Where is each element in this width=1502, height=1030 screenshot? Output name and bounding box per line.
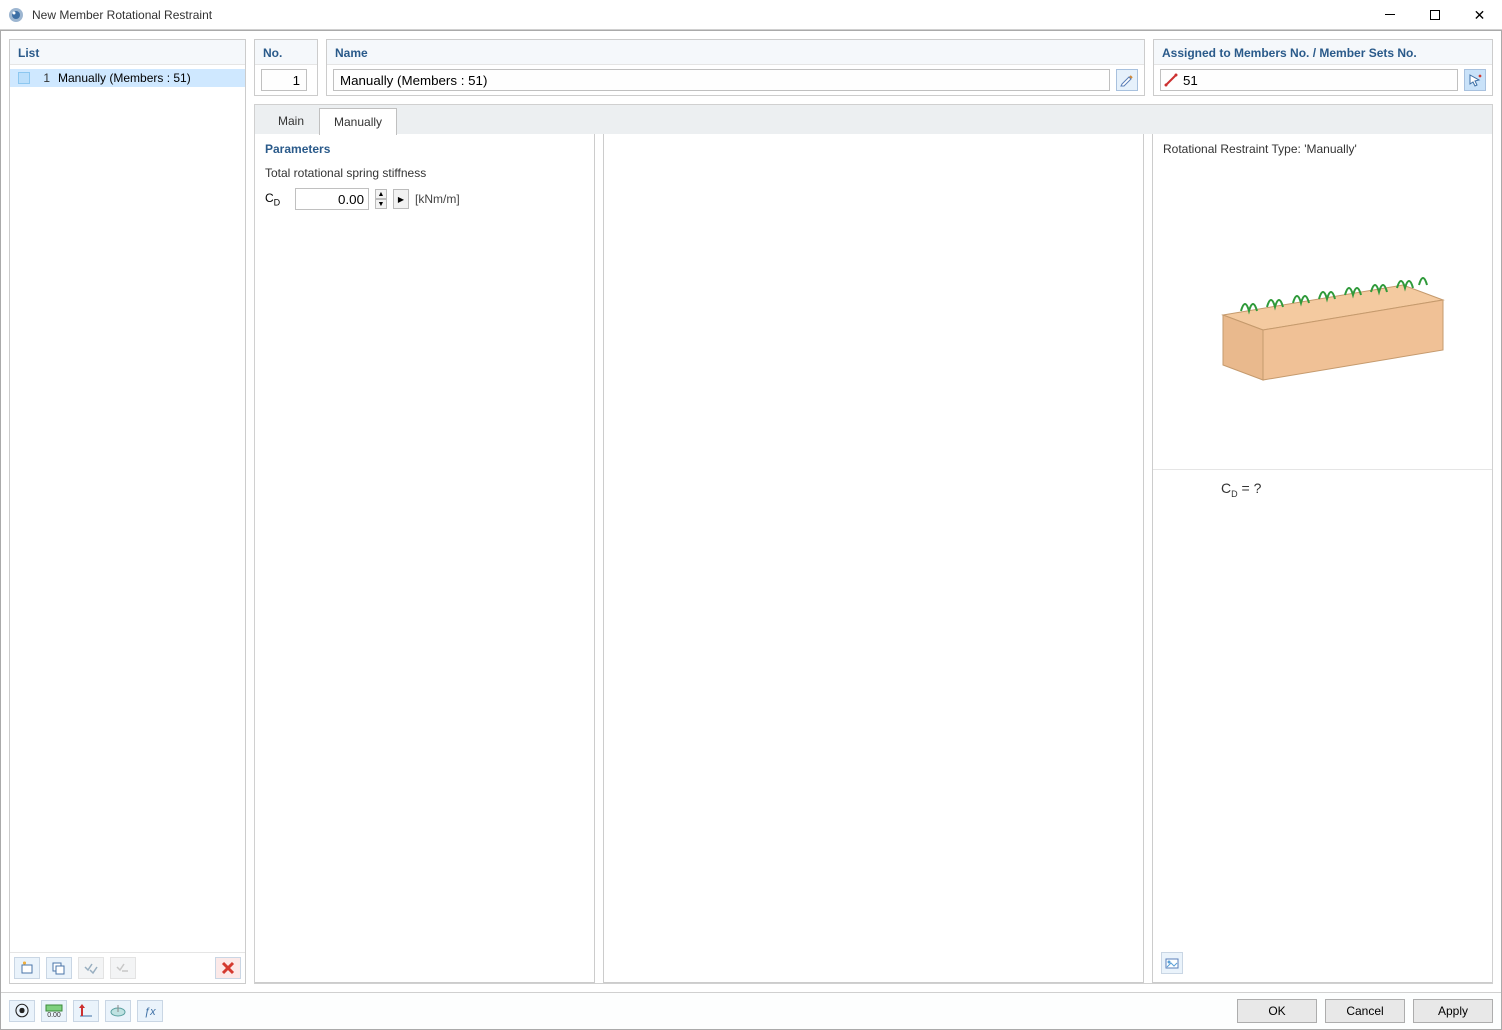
- assigned-label: Assigned to Members No. / Member Sets No…: [1154, 40, 1492, 65]
- param-symbol: CD: [265, 191, 289, 207]
- stiffness-pick-button[interactable]: ▶: [393, 189, 409, 209]
- apply-button[interactable]: Apply: [1413, 999, 1493, 1023]
- param-row-label: Total rotational spring stiffness: [265, 166, 584, 180]
- new-item-button[interactable]: [14, 957, 40, 979]
- list-item-square-icon: [18, 72, 30, 84]
- cancel-button[interactable]: Cancel: [1325, 999, 1405, 1023]
- maximize-button[interactable]: [1412, 0, 1457, 29]
- parameters-header: Parameters: [255, 134, 594, 160]
- list-body: 1 Manually (Members : 51): [10, 65, 245, 952]
- check-all-button[interactable]: [78, 957, 104, 979]
- title-bar: New Member Rotational Restraint ✕: [0, 0, 1502, 30]
- parameters-panel: Parameters Total rotational spring stiff…: [255, 134, 595, 983]
- list-item-number: 1: [38, 71, 50, 85]
- delete-item-button[interactable]: [215, 957, 241, 979]
- list-toolbar: [10, 952, 245, 983]
- help-icon: ⦿: [15, 1001, 29, 1021]
- tab-strip: Main Manually: [254, 104, 1493, 134]
- pick-members-button[interactable]: [1464, 69, 1486, 91]
- render-button[interactable]: [105, 1000, 131, 1022]
- edit-name-button[interactable]: [1116, 69, 1138, 91]
- name-group: Name: [326, 39, 1145, 96]
- no-input[interactable]: [261, 69, 307, 91]
- svg-text:ƒx: ƒx: [144, 1006, 156, 1018]
- units-button[interactable]: 0.00: [41, 1000, 67, 1022]
- assigned-group: Assigned to Members No. / Member Sets No…: [1153, 39, 1493, 96]
- list-item[interactable]: 1 Manually (Members : 51): [10, 69, 245, 87]
- illustration-header: Rotational Restraint Type: 'Manually': [1153, 134, 1492, 160]
- model-view-button[interactable]: [73, 1000, 99, 1022]
- name-input[interactable]: [333, 69, 1110, 91]
- name-label: Name: [327, 40, 1144, 65]
- uncheck-all-button[interactable]: [110, 957, 136, 979]
- illustration-info-button[interactable]: [1161, 952, 1183, 974]
- stiffness-spinner[interactable]: ▲ ▼: [375, 189, 387, 209]
- list-item-label: Manually (Members : 51): [58, 71, 191, 85]
- app-icon: [8, 7, 24, 23]
- tab-manually[interactable]: Manually: [319, 108, 397, 135]
- illustration-caption: CD = ?: [1153, 470, 1492, 499]
- list-header: List: [10, 40, 245, 65]
- function-button[interactable]: ƒx: [137, 1000, 163, 1022]
- stiffness-unit: [kNm/m]: [415, 192, 460, 206]
- no-label: No.: [255, 40, 317, 65]
- spinner-down[interactable]: ▼: [375, 199, 387, 209]
- copy-item-button[interactable]: [46, 957, 72, 979]
- dialog-bottom-bar: ⦿ 0.00 ƒx OK Cancel Apply: [1, 992, 1501, 1029]
- center-panel: [603, 134, 1144, 983]
- no-group: No.: [254, 39, 318, 96]
- close-button[interactable]: ✕: [1457, 0, 1502, 29]
- assigned-input[interactable]: [1160, 69, 1458, 91]
- member-icon: [1164, 73, 1178, 87]
- tab-main[interactable]: Main: [263, 107, 319, 134]
- illustration: [1153, 160, 1492, 470]
- window-title: New Member Rotational Restraint: [32, 8, 1367, 22]
- spinner-up[interactable]: ▲: [375, 189, 387, 199]
- svg-text:0.00: 0.00: [47, 1012, 61, 1018]
- illustration-panel: Rotational Restraint Type: 'Manually': [1152, 134, 1492, 983]
- ok-button[interactable]: OK: [1237, 999, 1317, 1023]
- minimize-button[interactable]: [1367, 0, 1412, 29]
- stiffness-input[interactable]: [295, 188, 369, 210]
- help-button[interactable]: ⦿: [9, 1000, 35, 1022]
